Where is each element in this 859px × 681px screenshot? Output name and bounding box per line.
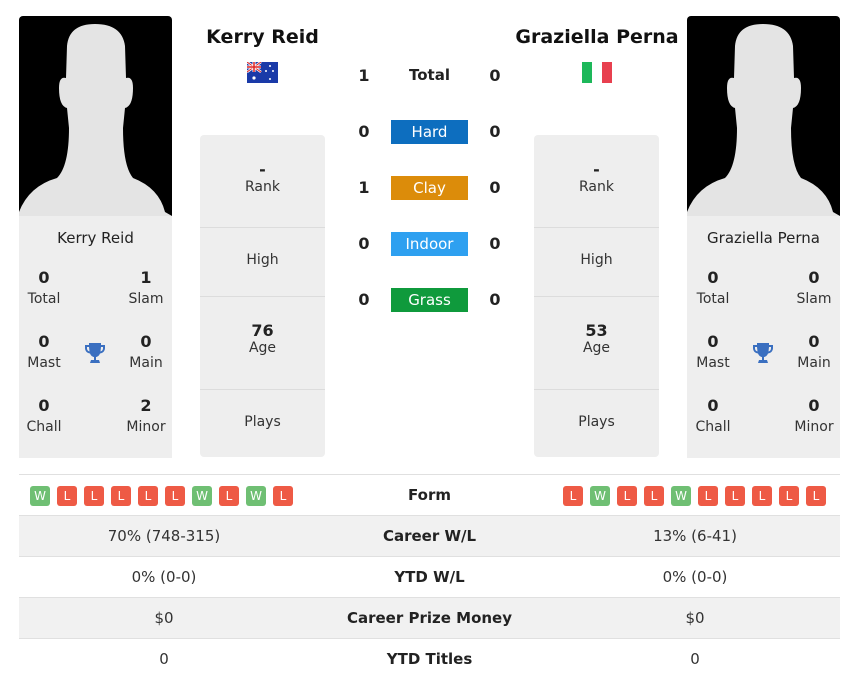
h2h-indoor-left: 0 <box>358 234 370 253</box>
form-badge-loss[interactable]: L <box>698 486 718 506</box>
age-left: 76 Age <box>200 297 325 390</box>
ytd-wl-left: 0% (0-0) <box>131 568 197 586</box>
form-badge-win[interactable]: W <box>192 486 212 506</box>
titles-mast-right: 0 Mast <box>696 332 730 371</box>
prize-money-label: Career Prize Money <box>346 609 512 627</box>
h2h-hard-right: 0 <box>489 122 501 141</box>
player-photo-left <box>19 16 172 216</box>
form-badge-loss[interactable]: L <box>563 486 583 506</box>
info-box-right: - Rank High 53 Age Plays <box>534 135 659 457</box>
form-row: WLLLLLWLWL Form LWLLWLLLLL <box>19 474 840 515</box>
silhouette-icon <box>19 24 172 216</box>
form-badge-loss[interactable]: L <box>752 486 772 506</box>
h2h-total-left: 1 <box>358 66 370 85</box>
h2h-clay-left: 1 <box>358 178 370 197</box>
prize-money-left: $0 <box>154 609 174 627</box>
form-badge-win[interactable]: W <box>246 486 266 506</box>
player-card-right: Graziella Perna 0 Total 0 Slam 0 Mast 0 Main… <box>687 216 840 458</box>
h2h-total-label: Total <box>409 66 450 84</box>
form-badge-loss[interactable]: L <box>273 486 293 506</box>
form-badge-loss[interactable]: L <box>84 486 104 506</box>
form-label: Form <box>408 486 451 504</box>
plays-left: Plays <box>244 414 281 430</box>
titles-total-left: 0 Total <box>27 268 61 307</box>
ytd-wl-right: 0% (0-0) <box>662 568 728 586</box>
h2h-hard-left: 0 <box>358 122 370 141</box>
plays-right: Plays <box>578 414 615 430</box>
ytd-titles-label: YTD Titles <box>386 650 473 668</box>
form-badge-loss[interactable]: L <box>219 486 239 506</box>
player-name-right: Graziella Perna <box>707 229 820 247</box>
titles-total-right: 0 Total <box>696 268 730 307</box>
form-right: LWLLWLLLLL <box>563 485 833 506</box>
form-badge-loss[interactable]: L <box>57 486 77 506</box>
form-badge-loss[interactable]: L <box>111 486 131 506</box>
form-badge-win[interactable]: W <box>590 486 610 506</box>
titles-slam-left: 1 Slam <box>128 268 164 307</box>
surface-grass-badge[interactable]: Grass <box>391 288 468 312</box>
h2h-indoor-right: 0 <box>489 234 501 253</box>
titles-main-left: 0 Main <box>129 332 163 371</box>
surface-hard-badge[interactable]: Hard <box>391 120 468 144</box>
form-badge-loss[interactable]: L <box>779 486 799 506</box>
ytd-titles-right: 0 <box>690 650 700 668</box>
form-badge-loss[interactable]: L <box>644 486 664 506</box>
titles-mast-left: 0 Mast <box>27 332 61 371</box>
high-right: High <box>534 228 659 297</box>
career-wl-left: 70% (748-315) <box>107 527 221 545</box>
form-badge-win[interactable]: W <box>30 486 50 506</box>
form-badge-loss[interactable]: L <box>617 486 637 506</box>
titles-minor-right: 0 Minor <box>794 396 834 435</box>
form-badge-loss[interactable]: L <box>165 486 185 506</box>
age-right: 53 Age <box>534 297 659 390</box>
prize-money-right: $0 <box>685 609 705 627</box>
player-name-left: Kerry Reid <box>57 229 134 247</box>
titles-main-right: 0 Main <box>797 332 831 371</box>
titles-chall-right: 0 Chall <box>695 396 731 435</box>
ytd-titles-left: 0 <box>159 650 169 668</box>
ytd-wl-label: YTD W/L <box>394 568 465 586</box>
h2h-total-right: 0 <box>489 66 501 85</box>
titles-minor-left: 2 Minor <box>126 396 166 435</box>
player-heading-left[interactable]: Kerry Reid <box>190 26 335 48</box>
rank-left: - Rank <box>200 135 325 228</box>
trophy-icon <box>83 341 107 369</box>
form-badge-loss[interactable]: L <box>138 486 158 506</box>
player-photo-right <box>687 16 840 216</box>
form-badge-loss[interactable]: L <box>725 486 745 506</box>
italy-flag-icon <box>582 62 612 87</box>
titles-chall-left: 0 Chall <box>26 396 62 435</box>
career-wl-right: 13% (6-41) <box>653 527 737 545</box>
trophy-icon <box>751 341 775 369</box>
titles-slam-right: 0 Slam <box>796 268 832 307</box>
info-box-left: - Rank High 76 Age Plays <box>200 135 325 457</box>
h2h-grass-left: 0 <box>358 290 370 309</box>
player-card-left: Kerry Reid 0 Total 1 Slam 0 Mast 0 Main 0 Cha… <box>19 216 172 458</box>
stat-row-prize-money: $0 Career Prize Money $0 <box>19 597 840 638</box>
form-badge-win[interactable]: W <box>671 486 691 506</box>
form-left: WLLLLLWLWL <box>30 485 300 506</box>
stat-row-ytd-titles: 0 YTD Titles 0 <box>19 638 840 679</box>
h2h-clay-right: 0 <box>489 178 501 197</box>
form-badge-loss[interactable]: L <box>806 486 826 506</box>
stat-row-ytd-wl: 0% (0-0) YTD W/L 0% (0-0) <box>19 556 840 597</box>
surface-indoor-badge[interactable]: Indoor <box>391 232 468 256</box>
stat-row-career-wl: 70% (748-315) Career W/L 13% (6-41) <box>19 515 840 556</box>
rank-right: - Rank <box>534 135 659 228</box>
surface-clay-badge[interactable]: Clay <box>391 176 468 200</box>
player-heading-right[interactable]: Graziella Perna <box>508 26 686 48</box>
h2h-grass-right: 0 <box>489 290 501 309</box>
career-wl-label: Career W/L <box>382 527 477 545</box>
silhouette-icon <box>687 24 840 216</box>
australia-flag-icon <box>246 60 278 87</box>
high-left: High <box>200 228 325 297</box>
